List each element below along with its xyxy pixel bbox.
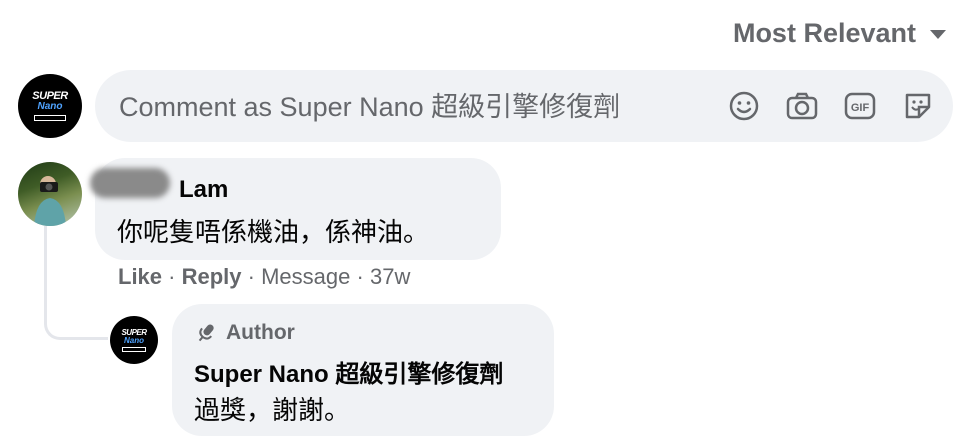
page-avatar[interactable]: SUPER Nano [18, 74, 82, 138]
logo-bottom-text: Nano [124, 335, 144, 345]
comment-composer: GIF [95, 70, 953, 144]
logo-bar [122, 346, 146, 352]
logo-bottom-text: Nano [37, 101, 63, 112]
emoji-icon[interactable] [727, 89, 761, 123]
reply-author[interactable]: Super Nano 超級引擎修復劑 [194, 354, 503, 389]
separator: · [247, 264, 262, 289]
separator: · [168, 264, 182, 289]
camera-icon[interactable] [785, 89, 819, 123]
like-button[interactable]: Like [118, 264, 162, 289]
sticker-icon[interactable] [901, 89, 935, 123]
comment-text: 你呢隻唔係機油，係神油。 [117, 217, 430, 247]
comment-actions: Like · Reply · Message · 37w [118, 264, 410, 290]
separator: · [356, 264, 370, 289]
sort-label: Most Relevant [732, 18, 916, 48]
comment-input[interactable] [117, 70, 681, 144]
person-photo-icon [34, 176, 66, 226]
reply-button[interactable]: Reply [182, 264, 242, 289]
reply-text: 過獎，謝謝。 [194, 395, 351, 425]
commenter-avatar[interactable] [18, 162, 82, 226]
chevron-down-icon [930, 30, 946, 39]
svg-text:GIF: GIF [851, 102, 870, 114]
redacted-name [90, 168, 170, 198]
gif-icon[interactable]: GIF [843, 89, 877, 123]
message-link[interactable]: Message [261, 264, 350, 289]
reply-avatar[interactable]: SUPER Nano [110, 316, 158, 364]
reply-bubble: Author Super Nano 超級引擎修復劑 過獎，謝謝。 [172, 304, 554, 436]
author-badge-label: Author [226, 321, 295, 344]
microphone-icon [198, 324, 214, 342]
timestamp[interactable]: 37w [370, 264, 410, 289]
sort-dropdown[interactable]: Most Relevant [733, 18, 946, 49]
thread-connector [44, 226, 108, 340]
logo-bar [34, 115, 66, 121]
comment-author[interactable]: Lam [179, 176, 228, 204]
author-badge: Author [194, 321, 295, 345]
